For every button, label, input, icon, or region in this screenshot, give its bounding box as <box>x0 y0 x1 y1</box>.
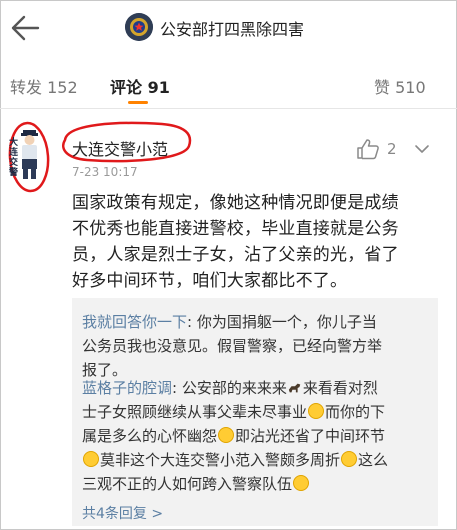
reply-item[interactable]: 蓝格子的腔调: 公安部的来来来 来看看对烈 士子女照顾继续从事父辈未尽事业 而你的下… <box>82 376 432 496</box>
avatar-text: 大连交警 <box>9 138 19 178</box>
reply-author[interactable]: 我就回答你一下 <box>82 313 187 331</box>
reply-line: 士子女照顾继续从事父辈未尽事业 而你的下 <box>82 400 432 424</box>
thumbs-up-emoji-icon <box>308 403 325 419</box>
reply-text: 莫非这个大连交警小范入警颇多周折 <box>100 451 341 469</box>
more-replies-link[interactable]: 共4条回复 > <box>82 503 163 523</box>
tab-reposts[interactable]: 转发 152 <box>10 74 78 98</box>
like-count: 2 <box>387 140 397 158</box>
replies-box[interactable]: 我就回答你一下: 你为国捐躯一个，你儿子当 公务员我也没意见。假冒警察，已经向警… <box>72 298 438 526</box>
comment-line: 好多中间环节，咱们大家都比不了。 <box>72 271 348 291</box>
comment-line: 不优秀也能直接进警校，毕业直接就是公务 <box>72 219 399 239</box>
reply-text: 而你的下 <box>325 403 386 421</box>
reply-text: 即沾光还省了中间环节 <box>235 427 386 445</box>
thumbs-up-icon[interactable] <box>356 138 380 160</box>
tab-likes-count: 510 <box>395 78 426 97</box>
tab-comments-count: 91 <box>147 78 170 97</box>
comment-text: 国家政策有规定，像她这种情况即便是成绩 不优秀也能直接进警校，毕业直接就是公务 … <box>72 190 440 294</box>
reply-line: 我就回答你一下: 你为国捐躯一个，你儿子当 <box>82 310 432 334</box>
reply-line: 属是多么的心怀幽怨 即沾光还省了中间环节 <box>82 424 432 448</box>
reply-item[interactable]: 我就回答你一下: 你为国捐躯一个，你儿子当 公务员我也没意见。假冒警察，已经向警… <box>82 310 432 382</box>
comment-line: 员，人家是烈士子女，沾了父亲的光，省了 <box>72 245 399 265</box>
comment-line: 国家政策有规定，像她这种情况即便是成绩 <box>72 193 399 213</box>
reply-line: 三观不正的人如何跨入警察队伍 <box>82 472 432 496</box>
police-badge-icon[interactable] <box>125 13 153 41</box>
sly-emoji-icon <box>341 451 358 467</box>
reply-text: 来看看对烈 <box>302 379 378 397</box>
author-name[interactable]: 大连交警小范 <box>72 136 168 160</box>
avatar[interactable] <box>16 128 42 182</box>
sweat-emoji-icon <box>83 451 99 467</box>
reply-text: 属是多么的心怀幽怨 <box>82 427 218 445</box>
tab-comments-label: 评论 <box>110 78 143 97</box>
arrow-left-icon[interactable] <box>10 14 40 42</box>
tab-reposts-count: 152 <box>47 78 78 97</box>
reply-text: 三观不正的人如何跨入警察队伍 <box>82 475 293 493</box>
tab-active-indicator <box>128 101 148 104</box>
reply-text: 士子女照顾继续从事父辈未尽事业 <box>82 403 308 421</box>
tabs-divider <box>0 108 457 109</box>
grimace-emoji-icon <box>218 427 235 443</box>
tab-comments[interactable]: 评论 91 <box>110 74 170 98</box>
reply-line: 莫非这个大连交警小范入警颇多周折 这么 <box>82 448 432 472</box>
horse-emoji-icon <box>288 383 301 393</box>
tab-likes-label: 赞 <box>374 78 391 97</box>
chevron-down-icon[interactable] <box>414 143 430 155</box>
tab-likes[interactable]: 赞 510 <box>374 74 426 98</box>
reply-line: 蓝格子的腔调: 公安部的来来来 来看看对烈 <box>82 376 432 400</box>
page-title: 公安部打四黑除四害 <box>160 20 305 39</box>
tab-reposts-label: 转发 <box>10 78 43 97</box>
crying-emoji-icon <box>293 475 310 491</box>
reply-text: : 你为国捐躯一个，你儿子当 <box>187 313 377 331</box>
reply-author[interactable]: 蓝格子的腔调 <box>82 379 172 397</box>
timestamp: 7-23 10:17 <box>72 165 138 179</box>
reply-line: 公务员我也没意见。假冒警察，已经向警方举 <box>82 337 383 355</box>
reply-text: 这么 <box>358 451 389 469</box>
reply-text: : 公安部的来来来 <box>172 379 287 397</box>
